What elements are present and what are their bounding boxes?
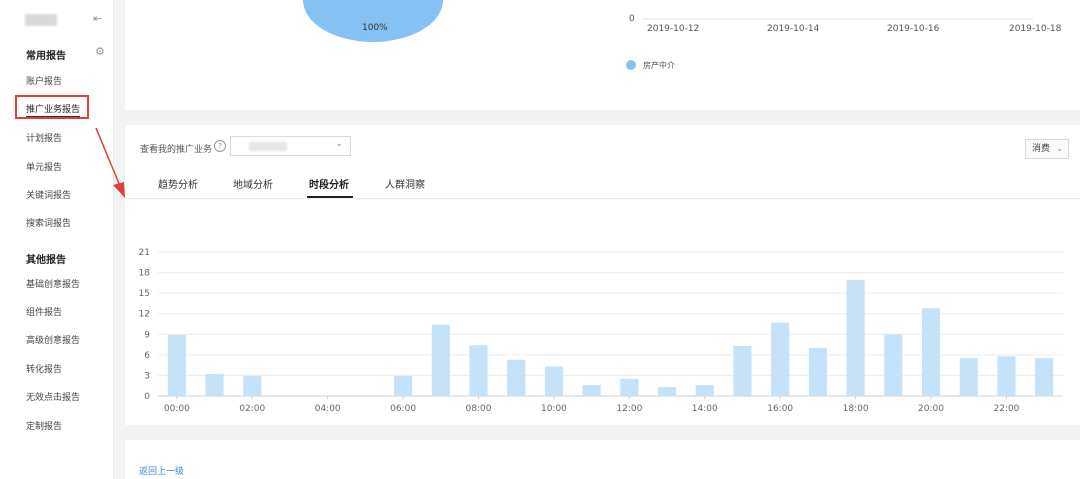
y-tick-label: 9 (144, 330, 150, 340)
x-tick-label: 00:00 (164, 404, 190, 414)
tab-region-analysis[interactable]: 地域分析 (233, 176, 273, 191)
x-tick-label: 12:00 (616, 404, 642, 414)
bar (205, 374, 224, 396)
y-tick-label: 0 (144, 392, 150, 402)
sidebar-item-advanced-creative-report[interactable]: 高级创意报告 (26, 333, 80, 346)
hourly-bar-chart: 0 3 6 9 12 15 18 21 00:00 02:00 04:00 06:00 08:00 10:… (139, 248, 1063, 414)
chevron-down-icon: ⌄ (335, 139, 343, 149)
sidebar-group-other: 其他报告 (26, 255, 66, 266)
sidebar-item-basic-creative-report[interactable]: 基础创意报告 (26, 277, 80, 290)
metric-select-value: 消费 (1032, 144, 1051, 154)
mini-date-label: 2019-10-14 (767, 24, 820, 34)
legend-dot (626, 60, 636, 70)
bar (544, 366, 563, 396)
sidebar-item-conversion-report[interactable]: 转化报告 (26, 362, 62, 375)
x-tick-label: 08:00 (466, 404, 492, 414)
bar (808, 348, 827, 396)
sidebar-item-plan-report[interactable]: 计划报告 (26, 131, 62, 144)
arrow-line (95, 127, 121, 187)
annotation-arrow (95, 127, 125, 198)
sidebar: ⇤ ⚙ 常用报告 账户报告 推广业务报告 计划报告 单元报告 关键词报告 搜索词… (0, 0, 114, 479)
x-tick-label: 16:00 (767, 404, 793, 414)
chevron-down-icon: ⌄ (1056, 144, 1063, 153)
collapse-sidebar-icon[interactable]: ⇤ (93, 12, 102, 25)
x-tick-label: 20:00 (918, 404, 944, 414)
gear-icon[interactable]: ⚙ (95, 45, 105, 58)
red-highlight-box (15, 95, 89, 119)
summary-card: 100% 0 2019-10-12 2019-10-14 2019-10-16 … (125, 0, 1080, 110)
x-tick-label: 22:00 (993, 404, 1019, 414)
pie-chart (303, 0, 443, 42)
bar (846, 280, 865, 396)
bar (620, 378, 639, 396)
selected-business-blurred (249, 142, 287, 151)
active-tab-indicator (307, 196, 353, 198)
x-tick-label: 06:00 (390, 404, 416, 414)
bar (1035, 358, 1054, 396)
bar (394, 376, 413, 396)
bar (997, 356, 1016, 396)
bar (959, 358, 978, 396)
bar (771, 322, 790, 396)
x-tick-label: 14:00 (692, 404, 718, 414)
x-tick-label: 02:00 (239, 404, 265, 414)
bar (582, 385, 601, 396)
summary-graphics (303, 0, 1033, 70)
bar (921, 308, 941, 396)
sidebar-item-keyword-report[interactable]: 关键词报告 (26, 188, 71, 201)
x-tick-label: 04:00 (315, 404, 341, 414)
y-tick-label: 12 (139, 310, 150, 320)
bar (884, 334, 903, 396)
arrow-head (113, 182, 125, 198)
footer-card: 返回上一级 (125, 440, 1080, 479)
y-tick-label: 21 (139, 248, 150, 258)
y-tick-label: 6 (144, 351, 150, 361)
y-tick-label: 15 (139, 289, 150, 299)
bar (431, 324, 450, 396)
bar (167, 334, 186, 396)
sidebar-item-unit-report[interactable]: 单元报告 (26, 160, 62, 173)
tabs-divider (125, 198, 1080, 199)
x-tick-label: 18:00 (843, 404, 869, 414)
bar (243, 376, 262, 396)
mini-date-label: 2019-10-18 (1009, 24, 1062, 34)
sidebar-item-component-report[interactable]: 组件报告 (26, 305, 62, 318)
back-link[interactable]: 返回上一级 (139, 464, 184, 477)
sidebar-item-invalid-click-report[interactable]: 无效点击报告 (26, 390, 80, 403)
mini-date-label: 2019-10-12 (647, 24, 700, 34)
bar (507, 359, 526, 396)
mini-axis-zero: 0 (629, 14, 635, 24)
y-tick-label: 18 (139, 269, 151, 279)
business-select[interactable]: ⌄ (230, 136, 351, 156)
sidebar-item-account-report[interactable]: 账户报告 (26, 74, 62, 87)
legend-label[interactable]: 房产中介 (643, 60, 675, 71)
y-tick-label: 3 (144, 371, 150, 381)
bar (469, 345, 488, 396)
tab-audience-insight[interactable]: 人群洞察 (385, 176, 425, 191)
x-tick-label: 10:00 (541, 404, 567, 414)
tab-time-analysis[interactable]: 时段分析 (309, 176, 349, 191)
metric-select[interactable]: 消费 ⌄ (1025, 139, 1069, 159)
bar (695, 385, 714, 396)
sidebar-group-common: 常用报告 (26, 51, 66, 62)
bar (658, 387, 677, 396)
sidebar-item-search-term-report[interactable]: 搜索词报告 (26, 216, 71, 229)
pie-percent-label: 100% (362, 23, 388, 33)
mini-date-label: 2019-10-16 (887, 24, 940, 34)
sidebar-item-custom-report[interactable]: 定制报告 (26, 419, 62, 432)
account-name-blurred (25, 14, 57, 26)
bar (733, 345, 752, 396)
